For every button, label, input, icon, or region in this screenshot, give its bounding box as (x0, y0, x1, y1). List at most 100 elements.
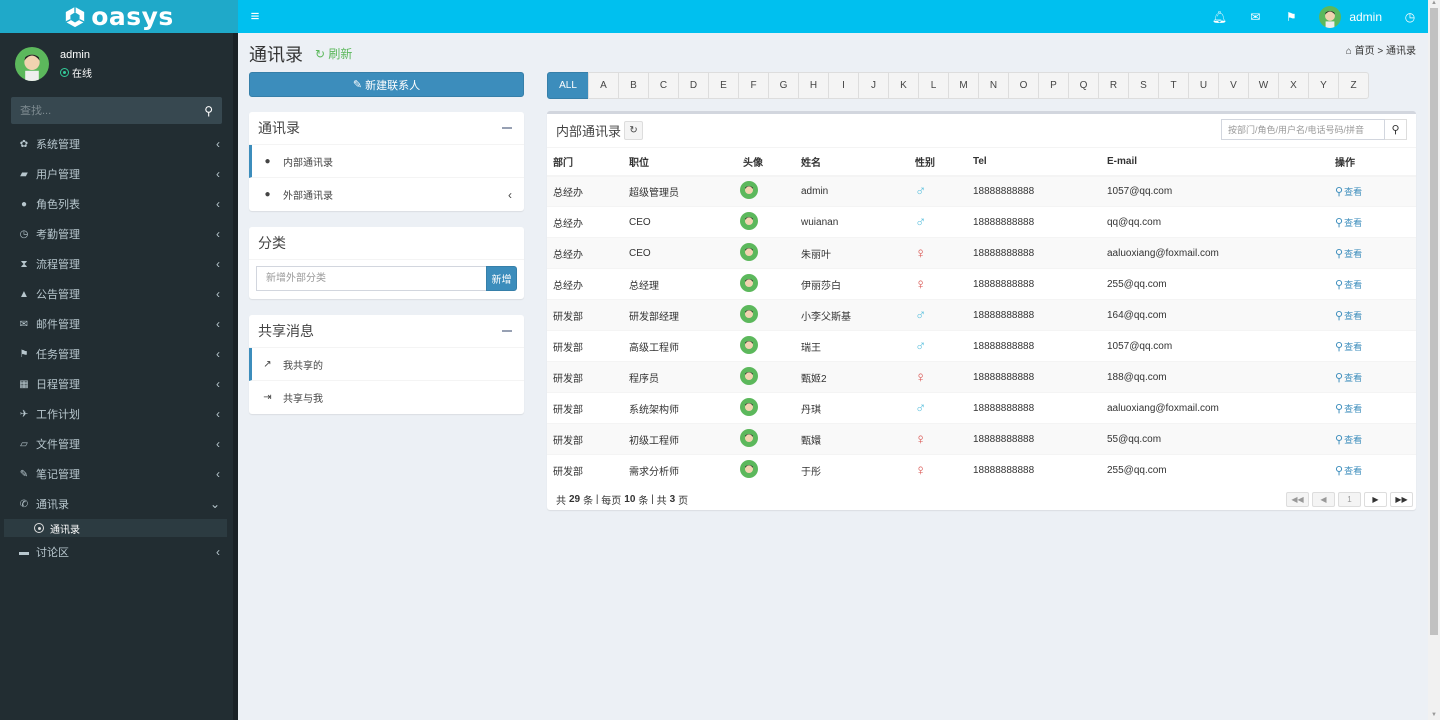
sidebar-item-files[interactable]: ▱ 文件管理 ‹ (0, 429, 233, 459)
breadcrumb-home[interactable]: 首页 (1355, 46, 1375, 57)
letter-filter-t[interactable]: T (1158, 72, 1189, 99)
letter-filter-u[interactable]: U (1188, 72, 1219, 99)
letter-filter-f[interactable]: F (738, 72, 769, 99)
collapse-button[interactable] (502, 330, 512, 332)
letter-filter-d[interactable]: D (678, 72, 709, 99)
scrollbar-thumb[interactable] (1430, 8, 1438, 635)
letter-filter-w[interactable]: W (1248, 72, 1279, 99)
scroll-up-arrow[interactable]: ▲ (1428, 0, 1440, 8)
sidebar-item-roles[interactable]: ● 角色列表 ‹ (0, 189, 233, 219)
cell-action: ⚲查看 (1329, 423, 1416, 455)
view-label: 查看 (1344, 279, 1363, 290)
user-panel: admin 在线 (15, 47, 92, 81)
view-button[interactable]: ⚲查看 (1335, 341, 1363, 353)
sidebar-search-input[interactable] (20, 104, 205, 117)
sidebar-item-system[interactable]: ✿ 系统管理 ‹ (0, 129, 233, 159)
refresh-link[interactable]: ↻ 刷新 (315, 45, 352, 62)
letter-filter-n[interactable]: N (978, 72, 1009, 99)
cell-tel: 18888888888 (967, 454, 1101, 486)
last-page-button[interactable]: ▶▶ (1390, 491, 1413, 507)
view-button[interactable]: ⚲查看 (1335, 465, 1362, 477)
letter-filter-s[interactable]: S (1128, 72, 1159, 99)
contact-search-input[interactable] (1221, 119, 1385, 140)
list-item-label: 共享与我 (283, 394, 323, 405)
sidebar-item-addressbook[interactable]: ✆ 通讯录 ⌄ (0, 489, 233, 519)
new-contact-button[interactable]: ✎ 新建联系人 (249, 72, 524, 97)
cell-name: 瑞王 (795, 330, 909, 362)
letter-filter-z[interactable]: Z (1338, 72, 1369, 99)
sidebar-item-users[interactable]: ▰ 用户管理 ‹ (0, 159, 233, 189)
letter-filter-c[interactable]: C (648, 72, 679, 99)
table-row: 总经办 CEO wuianan ♂ 18888888888 qq@qq.com ⚲查看 (547, 206, 1416, 238)
app-logo[interactable]: oasys (0, 0, 238, 33)
messages-button[interactable]: ✉ (1237, 0, 1273, 33)
letter-filter-all[interactable]: ALL (547, 72, 589, 99)
sidebar-item-process[interactable]: ⧗ 流程管理 ‹ (0, 249, 233, 279)
next-page-button[interactable]: ▶ (1364, 491, 1387, 507)
letter-filter-j[interactable]: J (858, 72, 889, 99)
letter-filter-b[interactable]: B (618, 72, 649, 99)
letter-filter-v[interactable]: V (1218, 72, 1249, 99)
letter-filter-p[interactable]: P (1038, 72, 1069, 99)
view-label: 查看 (1344, 341, 1363, 352)
letter-filter-h[interactable]: H (798, 72, 829, 99)
letter-filter: ALL A B C D E F G H I J K L M N O P Q R S T U V W X Y Z (547, 72, 1369, 99)
sidebar-subitem-addressbook[interactable]: 通讯录 (4, 519, 227, 537)
refresh-button[interactable]: ↻ (624, 121, 644, 140)
letter-filter-o[interactable]: O (1008, 72, 1039, 99)
prev-page-button[interactable]: ◀ (1312, 491, 1335, 507)
notifications-button[interactable]: 🔔︎ (1201, 0, 1237, 33)
letter-filter-a[interactable]: A (588, 72, 619, 99)
sidebar-item-schedule[interactable]: ▦ 日程管理 ‹ (0, 369, 233, 399)
letter-filter-g[interactable]: G (768, 72, 799, 99)
letter-filter-k[interactable]: K (888, 72, 919, 99)
external-addressbook-item[interactable]: ● 外部通讯录 ‹ (249, 178, 524, 211)
page-scrollbar[interactable]: ▲ ▼ (1428, 0, 1440, 720)
sidebar-item-notes[interactable]: ✎ 笔记管理 ‹ (0, 459, 233, 489)
sidebar-item-forum[interactable]: ▬ 讨论区 ‹ (0, 537, 233, 567)
first-page-button[interactable]: ◀◀ (1286, 491, 1309, 507)
view-button[interactable]: ⚲查看 (1335, 248, 1362, 260)
internal-addressbook-item[interactable]: ● 内部通讯录 (249, 145, 524, 178)
history-button[interactable]: ◷ (1392, 0, 1428, 33)
letter-filter-q[interactable]: Q (1068, 72, 1099, 99)
letter-filter-y[interactable]: Y (1308, 72, 1339, 99)
shared-with-me-item[interactable]: ⇥ 共享与我 (249, 381, 524, 414)
search-button[interactable]: ⚲ (1385, 119, 1407, 140)
avatar (15, 47, 49, 81)
letter-filter-r[interactable]: R (1098, 72, 1129, 99)
view-button[interactable]: ⚲查看 (1335, 310, 1362, 322)
letter-filter-e[interactable]: E (708, 72, 739, 99)
view-button[interactable]: ⚲查看 (1335, 217, 1362, 229)
view-button[interactable]: ⚲查看 (1335, 434, 1362, 446)
letter-filter-m[interactable]: M (948, 72, 979, 99)
view-button[interactable]: ⚲查看 (1335, 403, 1362, 415)
view-button[interactable]: ⚲查看 (1335, 279, 1363, 291)
sidebar-item-mail[interactable]: ✉ 邮件管理 ‹ (0, 309, 233, 339)
view-button[interactable]: ⚲查看 (1335, 186, 1362, 198)
my-shared-item[interactable]: ↗ 我共享的 (249, 348, 524, 381)
collapse-button[interactable] (502, 127, 512, 129)
scroll-down-arrow[interactable]: ▼ (1428, 712, 1440, 720)
add-category-button[interactable]: 新增 (486, 266, 517, 291)
fast-forward-icon: ▶▶ (1395, 494, 1408, 504)
letter-filter-l[interactable]: L (918, 72, 949, 99)
user-menu[interactable]: admin (1309, 0, 1392, 33)
sidebar-toggle-button[interactable]: ≡ (238, 0, 272, 33)
cell-name: 丹琪 (795, 392, 909, 424)
tasks-button[interactable]: ⚑ (1273, 0, 1309, 33)
header-username: admin (1349, 9, 1382, 24)
male-icon: ♂ (915, 337, 927, 355)
sidebar-item-attendance[interactable]: ◷ 考勤管理 ‹ (0, 219, 233, 249)
sidebar-item-tasks[interactable]: ⚑ 任务管理 ‹ (0, 339, 233, 369)
letter-filter-x[interactable]: X (1278, 72, 1309, 99)
letter-filter-i[interactable]: I (828, 72, 859, 99)
comment-icon: ▬ (19, 546, 29, 558)
sidebar-item-workplan[interactable]: ✈ 工作计划 ‹ (0, 399, 233, 429)
avatar (740, 180, 758, 199)
sidebar-item-notice[interactable]: ▲ 公告管理 ‹ (0, 279, 233, 309)
chevron-left-icon: ‹ (508, 187, 512, 202)
search-icon[interactable]: ⚲ (204, 104, 213, 118)
new-category-input[interactable] (256, 266, 486, 291)
view-button[interactable]: ⚲查看 (1335, 372, 1362, 384)
